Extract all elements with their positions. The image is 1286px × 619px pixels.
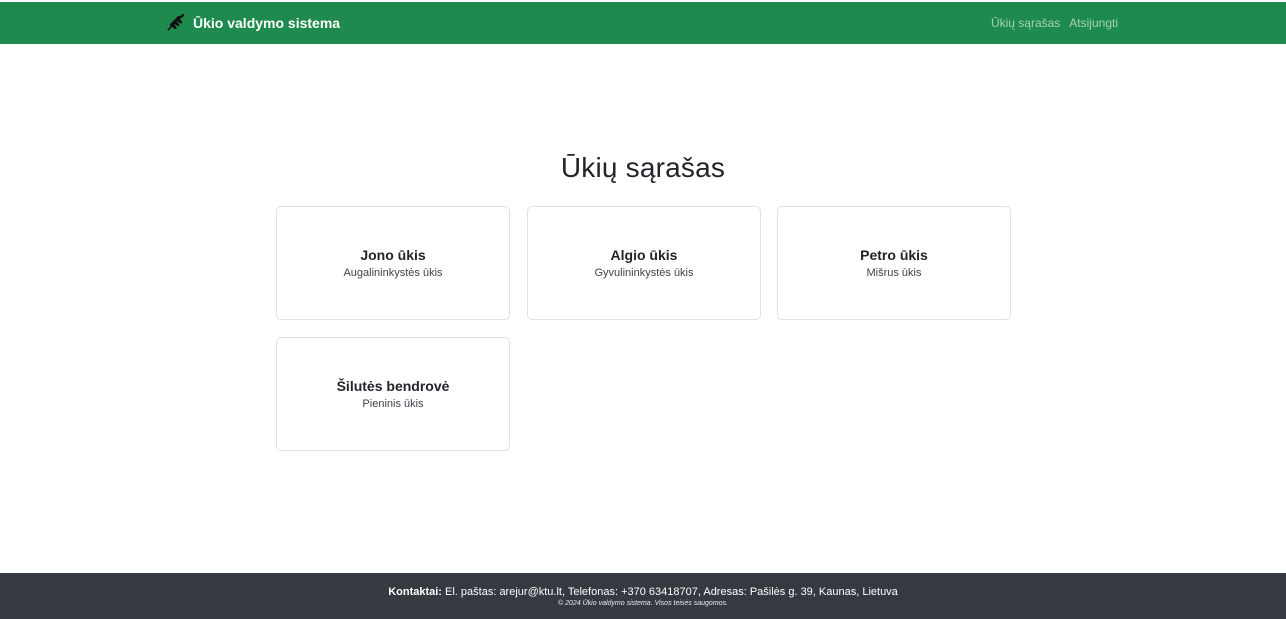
- farm-card[interactable]: Petro ūkis Mišrus ūkis: [777, 206, 1011, 320]
- footer-contacts-text: El. paštas: arejur@ktu.lt, Telefonas: +3…: [441, 585, 898, 598]
- farm-card-title: Algio ūkis: [610, 247, 678, 263]
- footer-contacts-label: Kontaktai:: [388, 585, 442, 598]
- farm-card-type: Mišrus ūkis: [866, 267, 922, 279]
- top-navbar: Ūkio valdymo sistema Ūkių sąrašas Atsiju…: [0, 2, 1286, 44]
- nav-link-logout[interactable]: Atsijungti: [1069, 16, 1118, 30]
- nav-link-farm-list[interactable]: Ūkių sąrašas: [991, 16, 1060, 30]
- footer-contacts: Kontaktai: El. paštas: arejur@ktu.lt, Te…: [388, 586, 898, 598]
- farm-card-type: Pieninis ūkis: [362, 398, 424, 410]
- farm-card-title: Petro ūkis: [860, 247, 928, 263]
- farm-card-title: Šilutės bendrovė: [336, 378, 450, 394]
- farm-card[interactable]: Šilutės bendrovė Pieninis ūkis: [276, 337, 510, 451]
- footer-copyright: © 2024 Ūkio valdymo sistema. Visos teisė…: [558, 599, 728, 607]
- wheat-icon: [165, 11, 187, 36]
- farm-card-type: Gyvulininkystės ūkis: [594, 267, 694, 279]
- farm-card[interactable]: Jono ūkis Augalininkystės ūkis: [276, 206, 510, 320]
- farm-card-type: Augalininkystės ūkis: [343, 267, 443, 279]
- page-title: Ūkių sąrašas: [560, 152, 726, 183]
- brand-link[interactable]: Ūkio valdymo sistema: [165, 2, 340, 44]
- brand-label: Ūkio valdymo sistema: [193, 15, 341, 31]
- farm-card-title: Jono ūkis: [360, 247, 426, 263]
- nav-links: Ūkių sąrašas Atsijungti: [991, 2, 1118, 44]
- farm-card[interactable]: Algio ūkis Gyvulininkystės ūkis: [527, 206, 761, 320]
- footer: Kontaktai: El. paštas: arejur@ktu.lt, Te…: [0, 573, 1286, 619]
